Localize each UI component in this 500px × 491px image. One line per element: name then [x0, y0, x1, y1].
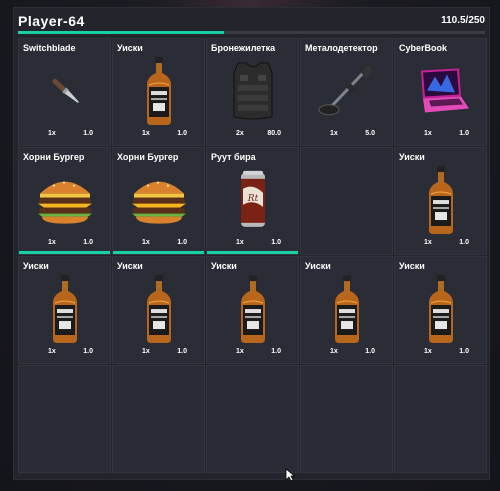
inventory-slot[interactable]: Уиски 1x 1.0 [394, 256, 487, 364]
inventory-slot-empty[interactable] [112, 365, 205, 473]
item-weight: 80.0 [267, 130, 281, 137]
item-weight: 1.0 [459, 348, 469, 355]
item-quantity: 1x [424, 348, 432, 355]
whiskey-bottle-icon [141, 55, 177, 132]
item-weight: 1.0 [83, 348, 93, 355]
item-name: Уиски [117, 261, 143, 271]
weight-readout: 110.5/250 [441, 15, 485, 26]
item-quantity: 1x [142, 348, 150, 355]
item-quantity: 1x [330, 130, 338, 137]
item-quantity: 1x [236, 239, 244, 246]
weight-bar [18, 31, 485, 34]
inventory-slot[interactable]: Уиски 1x 1.0 [300, 256, 393, 364]
weight-bar-fill [18, 31, 225, 34]
item-name: Уиски [399, 152, 425, 162]
item-weight: 1.0 [177, 348, 187, 355]
item-quantity: 2x [236, 130, 244, 137]
inventory-slot[interactable]: Уиски 1x 1.0 [18, 256, 111, 364]
inventory-slot[interactable]: Хорни Бургер 1x 1.0 [18, 147, 111, 255]
metal-detector-icon [317, 61, 377, 126]
item-name: Уиски [211, 261, 237, 271]
item-name: Уиски [23, 261, 49, 271]
item-weight: 1.0 [271, 348, 281, 355]
whiskey-bottle-icon [329, 273, 365, 350]
inventory-slot-empty[interactable] [300, 147, 393, 255]
item-durability-bar [19, 251, 110, 254]
inventory-slot[interactable]: Уиски 1x 1.0 [112, 38, 205, 146]
knife-icon [43, 68, 87, 117]
inventory-slot[interactable]: Металодетектор 1x 5.0 [300, 38, 393, 146]
inventory-slot[interactable]: Уиски 1x 1.0 [112, 256, 205, 364]
item-quantity: 1x [236, 348, 244, 355]
item-name: Металодетектор [305, 43, 378, 53]
item-weight: 1.0 [83, 239, 93, 246]
whiskey-bottle-icon [141, 273, 177, 350]
item-quantity: 1x [142, 239, 150, 246]
inventory-slot[interactable]: CyberBook 1x 1.0 [394, 38, 487, 146]
item-quantity: 1x [424, 239, 432, 246]
inventory-slot-empty[interactable] [300, 365, 393, 473]
burger-icon [34, 174, 96, 231]
inventory-slot[interactable]: Уиски 1x 1.0 [394, 147, 487, 255]
item-name: Уиски [117, 43, 143, 53]
inventory-slot-empty[interactable] [18, 365, 111, 473]
soda-can-icon: Rt [237, 169, 269, 236]
item-name: Хорни Бургер [117, 152, 179, 162]
item-name: Бронежилетка [211, 43, 276, 53]
laptop-icon [411, 67, 471, 120]
item-weight: 1.0 [271, 239, 281, 246]
item-quantity: 1x [142, 130, 150, 137]
item-durability-bar [113, 251, 204, 254]
inventory-grid: Switchblade 1x 1.0 Уиски 1x 1.0 Бронежилетка… [18, 38, 487, 473]
whiskey-bottle-icon [423, 273, 459, 350]
item-weight: 5.0 [365, 130, 375, 137]
item-name: Уиски [399, 261, 425, 271]
inventory-header: Player-64 110.5/250 [18, 13, 485, 29]
item-durability-bar [207, 251, 298, 254]
whiskey-bottle-icon [235, 273, 271, 350]
inventory-slot[interactable]: Руут бира Rt 1x 1.0 [206, 147, 299, 255]
mouse-cursor-icon [285, 468, 295, 482]
inventory-slot[interactable]: Бронежилетка 2x 80.0 [206, 38, 299, 146]
inventory-panel: Player-64 110.5/250 Switchblade 1x 1.0 Уис… [13, 7, 490, 480]
item-weight: 1.0 [83, 130, 93, 137]
item-name: Руут бира [211, 152, 256, 162]
item-weight: 1.0 [177, 239, 187, 246]
item-name: Уиски [305, 261, 331, 271]
item-weight: 1.0 [177, 130, 187, 137]
inventory-slot[interactable]: Уиски 1x 1.0 [206, 256, 299, 364]
item-quantity: 1x [330, 348, 338, 355]
whiskey-bottle-icon [47, 273, 83, 350]
item-name: CyberBook [399, 43, 448, 53]
player-name: Player-64 [18, 13, 85, 29]
inventory-slot[interactable]: Хорни Бургер 1x 1.0 [112, 147, 205, 255]
svg-text:Rt: Rt [246, 194, 258, 204]
item-quantity: 1x [48, 239, 56, 246]
item-name: Switchblade [23, 43, 76, 53]
body-armor-icon [226, 59, 280, 128]
whiskey-bottle-icon [423, 164, 459, 241]
item-weight: 1.0 [365, 348, 375, 355]
inventory-slot-empty[interactable] [394, 365, 487, 473]
item-quantity: 1x [48, 348, 56, 355]
item-quantity: 1x [48, 130, 56, 137]
item-name: Хорни Бургер [23, 152, 85, 162]
item-quantity: 1x [424, 130, 432, 137]
inventory-slot[interactable]: Switchblade 1x 1.0 [18, 38, 111, 146]
item-weight: 1.0 [459, 130, 469, 137]
inventory-slot-empty[interactable] [206, 365, 299, 473]
item-weight: 1.0 [459, 239, 469, 246]
burger-icon [128, 174, 190, 231]
